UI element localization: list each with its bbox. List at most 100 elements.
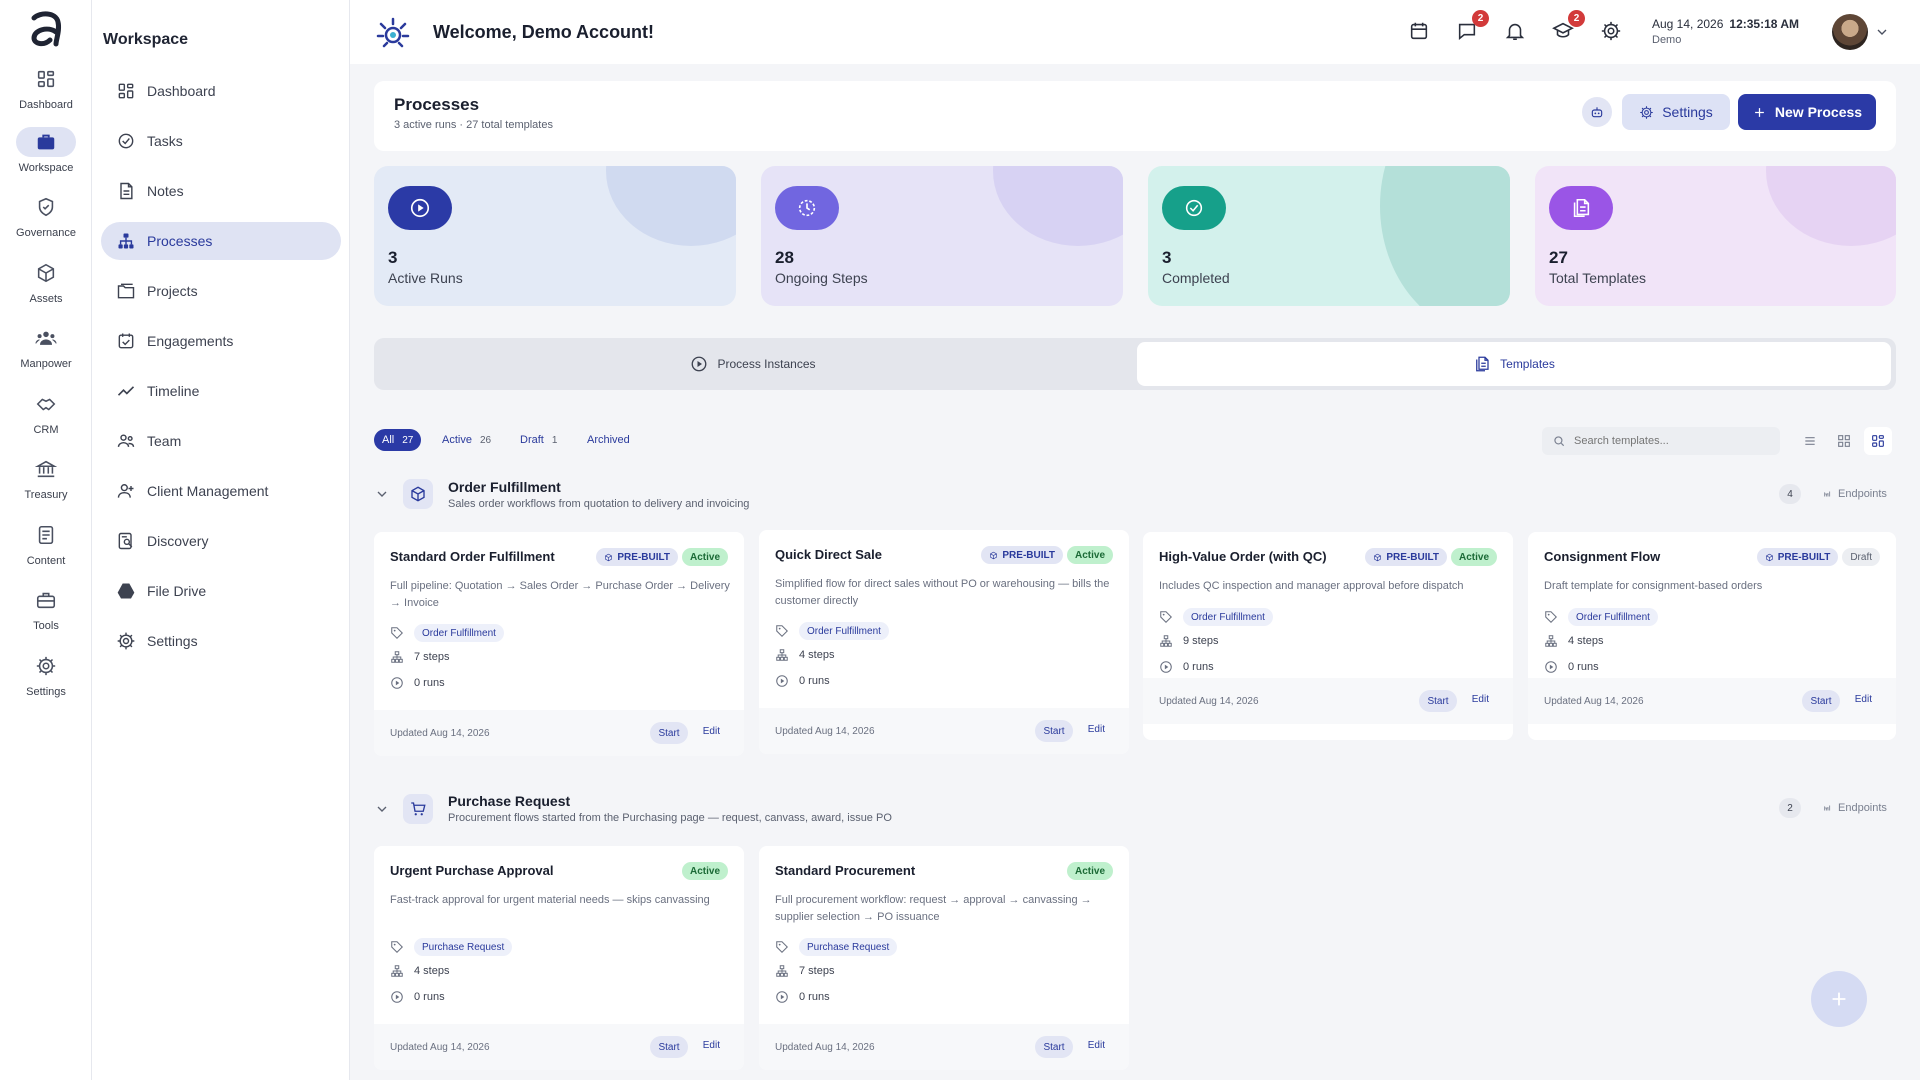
- category-chip: Order Fulfillment: [1183, 608, 1273, 626]
- check-circle-icon: [1162, 186, 1226, 230]
- rail-item-governance[interactable]: Governance: [0, 192, 92, 254]
- template-card[interactable]: High-Value Order (with QC) PRE-BUILT Act…: [1143, 532, 1513, 740]
- play-circle-icon: [775, 674, 789, 688]
- endpoints-link[interactable]: Endpoints: [1823, 488, 1887, 500]
- cube-icon: [989, 551, 998, 560]
- handshake-icon: [16, 389, 76, 419]
- edit-link[interactable]: Edit: [703, 726, 720, 737]
- chevron-down-icon[interactable]: [1874, 24, 1890, 40]
- avatar[interactable]: [1832, 14, 1868, 50]
- collapse-chevron-icon[interactable]: [374, 801, 390, 817]
- edit-link[interactable]: Edit: [1855, 694, 1872, 705]
- rail-item-assets[interactable]: Assets: [0, 258, 92, 320]
- calendar-icon[interactable]: [1408, 20, 1432, 44]
- start-button[interactable]: Start: [1035, 1036, 1073, 1058]
- time-text: 12:35:18 AM: [1729, 17, 1799, 31]
- filter-draft[interactable]: Draft 1: [512, 429, 565, 451]
- template-card[interactable]: Standard Order Fulfillment PRE-BUILT Act…: [374, 532, 744, 756]
- filter-archived[interactable]: Archived: [579, 429, 638, 451]
- search-box: [1542, 427, 1780, 455]
- list-icon: [1802, 433, 1818, 449]
- sidebar-item-client-management[interactable]: Client Management: [101, 472, 341, 510]
- edit-link[interactable]: Edit: [1088, 1040, 1105, 1051]
- gear-icon[interactable]: [1600, 20, 1624, 44]
- sidebar-item-notes[interactable]: Notes: [101, 172, 341, 210]
- drive-icon: [114, 579, 138, 603]
- grid-view-button[interactable]: [1830, 427, 1858, 455]
- tab-templates[interactable]: Templates: [1137, 342, 1891, 386]
- card-tags: PRE-BUILT Active: [981, 546, 1113, 564]
- start-button[interactable]: Start: [1802, 690, 1840, 712]
- list-view-button[interactable]: [1796, 427, 1824, 455]
- sidebar-item-label: Client Management: [147, 483, 269, 499]
- stat-card-active-runs: 3 Active Runs: [374, 166, 736, 306]
- new-process-button[interactable]: New Process: [1738, 94, 1876, 130]
- cube-icon: [1765, 553, 1774, 562]
- tag-icon: [775, 940, 789, 954]
- start-button[interactable]: Start: [1419, 690, 1457, 712]
- filter-active[interactable]: Active 26: [434, 429, 499, 451]
- decorative-blob: [1766, 166, 1896, 246]
- rail-item-tools[interactable]: Tools: [0, 585, 92, 647]
- template-card[interactable]: Urgent Purchase Approval Active Fast-tra…: [374, 846, 744, 1070]
- start-button[interactable]: Start: [650, 722, 688, 744]
- collapse-chevron-icon[interactable]: [374, 486, 390, 502]
- edit-link[interactable]: Edit: [703, 1040, 720, 1051]
- card-tags: Active: [681, 862, 728, 880]
- box-icon: [403, 479, 433, 509]
- app-logo-icon[interactable]: [28, 10, 64, 48]
- endpoints-link[interactable]: Endpoints: [1823, 802, 1887, 814]
- card-steps-row: 7 steps: [775, 964, 834, 978]
- sidebar-item-settings[interactable]: Settings: [101, 622, 341, 660]
- rail-item-treasury[interactable]: Treasury: [0, 454, 92, 516]
- search-input[interactable]: [1574, 435, 1764, 447]
- tag-icon: [390, 940, 404, 954]
- rail-item-crm[interactable]: CRM: [0, 389, 92, 451]
- category-chip: Order Fulfillment: [799, 622, 889, 640]
- sidebar-item-timeline[interactable]: Timeline: [101, 372, 341, 410]
- card-runs-row: 0 runs: [775, 990, 830, 1004]
- prebuilt-badge: PRE-BUILT: [981, 546, 1063, 564]
- runs-text: 0 runs: [1568, 661, 1599, 673]
- sidebar-item-team[interactable]: Team: [101, 422, 341, 460]
- status-badge: Active: [1450, 548, 1497, 566]
- rail-item-workspace[interactable]: Workspace: [0, 127, 92, 189]
- compact-grid-view-button[interactable]: [1864, 427, 1892, 455]
- card-footer: Updated Aug 14, 2026 Start Edit: [759, 1024, 1129, 1070]
- hierarchy-icon: [775, 648, 789, 662]
- rail-item-label: Treasury: [24, 489, 68, 501]
- start-button[interactable]: Start: [1035, 720, 1073, 742]
- start-button[interactable]: Start: [650, 1036, 688, 1058]
- cube-icon: [1373, 553, 1382, 562]
- rail-item-manpower[interactable]: Manpower: [0, 323, 92, 385]
- tab-process-instances[interactable]: Process Instances: [378, 342, 1128, 386]
- settings-button[interactable]: Settings: [1622, 94, 1730, 130]
- page-title: Processes: [394, 95, 480, 114]
- play-circle-icon: [1159, 660, 1173, 674]
- rail-item-dashboard[interactable]: Dashboard: [0, 64, 92, 126]
- card-title: Quick Direct Sale: [775, 547, 882, 562]
- sidebar-item-file-drive[interactable]: File Drive: [101, 572, 341, 610]
- rail-item-content[interactable]: Content: [0, 520, 92, 582]
- filter-all[interactable]: All 27: [374, 429, 422, 451]
- template-card[interactable]: Standard Procurement Active Full procure…: [759, 846, 1129, 1070]
- bell-icon[interactable]: [1504, 20, 1528, 44]
- floating-add-button[interactable]: [1811, 971, 1867, 1027]
- rail-item-settings[interactable]: Settings: [0, 651, 92, 713]
- template-card[interactable]: Quick Direct Sale PRE-BUILT Active Simpl…: [759, 530, 1129, 754]
- sidebar-item-label: Discovery: [147, 533, 209, 549]
- sidebar-item-tasks[interactable]: Tasks: [101, 122, 341, 160]
- sidebar-item-engagements[interactable]: Engagements: [101, 322, 341, 360]
- sidebar-item-discovery[interactable]: Discovery: [101, 522, 341, 560]
- template-card[interactable]: Consignment Flow PRE-BUILT Draft Draft t…: [1528, 532, 1896, 740]
- sidebar-item-projects[interactable]: Projects: [101, 272, 341, 310]
- sidebar-item-dashboard[interactable]: Dashboard: [101, 72, 341, 110]
- runs-text: 0 runs: [799, 991, 830, 1003]
- graduation-cap-icon[interactable]: 2: [1552, 10, 1585, 44]
- chat-icon[interactable]: 2: [1456, 10, 1489, 44]
- hierarchy-icon: [390, 650, 404, 664]
- sidebar-item-processes[interactable]: Processes: [101, 222, 341, 260]
- assistant-button[interactable]: [1582, 97, 1612, 127]
- edit-link[interactable]: Edit: [1472, 694, 1489, 705]
- edit-link[interactable]: Edit: [1088, 724, 1105, 735]
